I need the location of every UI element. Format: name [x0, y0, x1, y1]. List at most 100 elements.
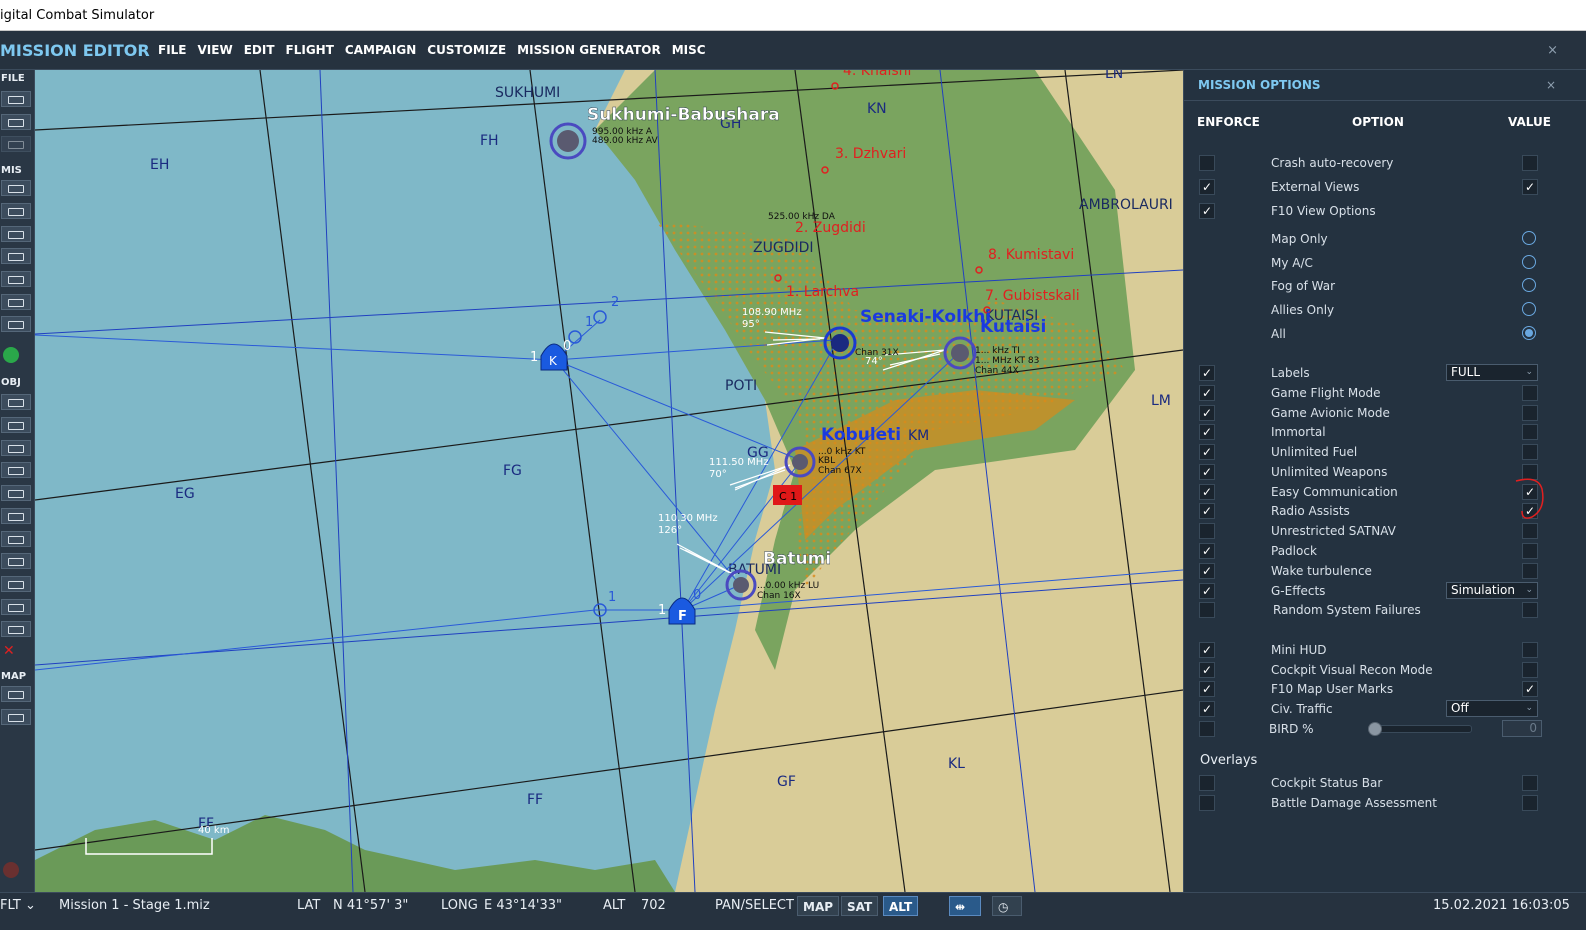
alt-view-button[interactable]: ALT — [883, 896, 919, 916]
mode-select[interactable]: FLT ⌄ — [0, 893, 36, 919]
value-checkbox[interactable] — [1522, 424, 1538, 440]
enforce-checkbox[interactable] — [1199, 721, 1215, 737]
add-nav-point-icon[interactable] — [1, 531, 31, 547]
menu-flight[interactable]: FLIGHT — [286, 31, 334, 70]
value-checkbox[interactable] — [1522, 795, 1538, 811]
add-aircraft-icon[interactable] — [1, 394, 31, 410]
civ-traffic-select[interactable]: Off ⌄ — [1446, 700, 1538, 717]
menu-customize[interactable]: CUSTOMIZE — [427, 31, 506, 70]
enforce-checkbox[interactable]: ✓ — [1199, 662, 1215, 678]
enforce-checkbox[interactable]: ✓ — [1199, 543, 1215, 559]
add-vehicle-icon[interactable] — [1, 462, 31, 478]
slider-handle[interactable] — [1368, 722, 1382, 736]
radio-all[interactable] — [1522, 326, 1536, 340]
value-checkbox[interactable] — [1522, 155, 1538, 171]
delete-icon[interactable]: ✕ — [3, 643, 15, 659]
value-checkbox[interactable] — [1522, 662, 1538, 678]
group-icon[interactable] — [1, 599, 31, 615]
g-effects-select[interactable]: Simulation ⌄ — [1446, 582, 1538, 599]
trigger-zone-icon[interactable] — [1, 226, 31, 242]
goals-icon[interactable] — [1, 271, 31, 287]
open-folder-icon[interactable] — [1, 114, 31, 130]
menu-file[interactable]: FILE — [158, 31, 187, 70]
triggers-icon[interactable] — [1, 248, 31, 264]
window-title: igital Combat Simulator — [0, 8, 155, 23]
toolbar-section-obj: OBJ — [1, 377, 21, 388]
map-view[interactable]: EH FH GH KN LN EG FG GG KM LM FF GF KL F… — [35, 70, 1183, 892]
time-filter-icon[interactable]: ◷ — [992, 896, 1022, 916]
enforce-checkbox[interactable] — [1199, 155, 1215, 171]
radio-allies-only[interactable] — [1522, 302, 1536, 316]
add-target-icon[interactable] — [1, 576, 31, 592]
pan-select-mode[interactable]: PAN/SELECT — [715, 893, 794, 919]
enforce-checkbox[interactable] — [1199, 795, 1215, 811]
enforce-checkbox[interactable]: ✓ — [1199, 444, 1215, 460]
enforce-checkbox[interactable]: ✓ — [1199, 503, 1215, 519]
map-view-button[interactable]: MAP — [797, 896, 840, 916]
panel-close-icon[interactable]: × — [1546, 78, 1556, 92]
weather-icon[interactable] — [1, 203, 31, 219]
new-mission-icon[interactable] — [1, 91, 31, 107]
value-checkbox[interactable]: ✓ — [1522, 179, 1538, 195]
enforce-checkbox[interactable]: ✓ — [1199, 179, 1215, 195]
ruler-tool-icon[interactable]: ⇹ — [949, 896, 981, 916]
add-template-icon[interactable] — [1, 508, 31, 524]
value-checkbox[interactable] — [1522, 444, 1538, 460]
labels-select[interactable]: FULL ⌄ — [1446, 364, 1538, 381]
add-initial-point-icon[interactable] — [1, 553, 31, 569]
lat-label: LAT — [297, 898, 321, 913]
enforce-checkbox[interactable]: ✓ — [1199, 365, 1215, 381]
value-checkbox[interactable] — [1522, 642, 1538, 658]
mission-options-icon[interactable] — [1, 294, 31, 310]
value-checkbox[interactable] — [1522, 563, 1538, 579]
map-tool-icon[interactable] — [1, 686, 31, 702]
value-checkbox[interactable] — [1522, 775, 1538, 791]
prepare-mission-icon[interactable] — [3, 347, 19, 363]
enforce-checkbox[interactable]: ✓ — [1199, 701, 1215, 717]
menu-campaign[interactable]: CAMPAIGN — [345, 31, 416, 70]
bird-number-input[interactable]: 0 — [1502, 720, 1542, 737]
save-icon[interactable] — [1, 136, 31, 152]
enforce-checkbox[interactable] — [1199, 523, 1215, 539]
value-checkbox[interactable] — [1522, 543, 1538, 559]
enforce-checkbox[interactable] — [1199, 775, 1215, 791]
enforce-checkbox[interactable]: ✓ — [1199, 563, 1215, 579]
value-checkbox[interactable] — [1522, 405, 1538, 421]
menu-edit[interactable]: EDIT — [244, 31, 275, 70]
radio-fog-of-war[interactable] — [1522, 278, 1536, 292]
radio-my-ac[interactable] — [1522, 255, 1536, 269]
resource-manager-icon[interactable] — [1, 316, 31, 332]
add-helicopter-icon[interactable] — [1, 417, 31, 433]
target-zone-marker[interactable]: C 1 — [773, 485, 802, 505]
menu-view[interactable]: VIEW — [198, 31, 233, 70]
enforce-checkbox[interactable]: ✓ — [1199, 484, 1215, 500]
value-checkbox[interactable] — [1522, 523, 1538, 539]
radio-map-only[interactable] — [1522, 231, 1536, 245]
enforce-checkbox[interactable]: ✓ — [1199, 385, 1215, 401]
map-canvas[interactable]: EH FH GH KN LN EG FG GG KM LM FF GF KL F… — [35, 70, 1183, 892]
enforce-checkbox[interactable]: ✓ — [1199, 583, 1215, 599]
enforce-checkbox[interactable]: ✓ — [1199, 464, 1215, 480]
briefing-icon[interactable] — [1, 180, 31, 196]
enforce-checkbox[interactable]: ✓ — [1199, 405, 1215, 421]
menu-mission-generator[interactable]: MISSION GENERATOR — [517, 31, 661, 70]
unit-list-icon[interactable] — [1, 621, 31, 637]
option-label: F10 Map User Marks — [1271, 682, 1394, 696]
enforce-checkbox[interactable]: ✓ — [1199, 424, 1215, 440]
sat-view-button[interactable]: SAT — [841, 896, 879, 916]
enforce-checkbox[interactable]: ✓ — [1199, 681, 1215, 697]
value-checkbox[interactable]: ✓ — [1522, 681, 1538, 697]
enforce-checkbox[interactable]: ✓ — [1199, 642, 1215, 658]
close-icon[interactable]: × — [1547, 31, 1558, 70]
bird-slider[interactable] — [1368, 722, 1472, 736]
menu-misc[interactable]: MISC — [672, 31, 706, 70]
add-ship-icon[interactable] — [1, 440, 31, 456]
enforce-checkbox[interactable]: ✓ — [1199, 203, 1215, 219]
exit-icon[interactable] — [3, 862, 19, 878]
value-checkbox[interactable] — [1522, 602, 1538, 618]
enforce-checkbox[interactable] — [1199, 602, 1215, 618]
ruler-icon[interactable] — [1, 709, 31, 725]
place-sukhumi: SUKHUMI — [495, 85, 560, 101]
add-static-icon[interactable] — [1, 485, 31, 501]
value-checkbox[interactable] — [1522, 385, 1538, 401]
